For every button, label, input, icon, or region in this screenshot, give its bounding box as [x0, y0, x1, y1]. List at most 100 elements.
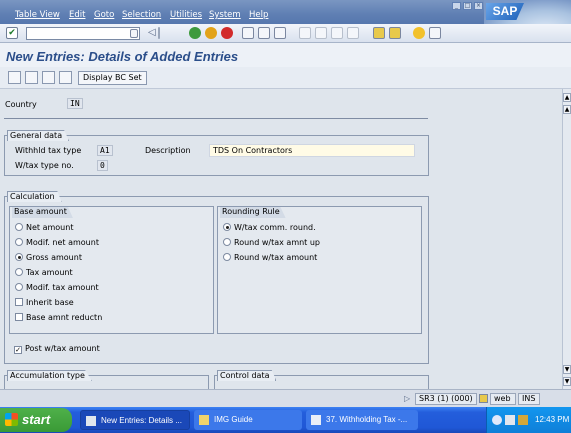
radio-gross-amount[interactable]: Gross amount — [15, 252, 82, 263]
first-page-icon[interactable] — [299, 27, 311, 39]
taskbar: start New Entries: Details ... IMG Guide… — [0, 407, 571, 433]
tray-network-icon[interactable] — [505, 415, 515, 425]
print-icon[interactable] — [242, 27, 254, 39]
find-next-icon[interactable] — [274, 27, 286, 39]
copy-as-icon[interactable] — [42, 71, 55, 84]
shortcut-icon[interactable] — [389, 27, 401, 39]
back-icon[interactable] — [189, 27, 201, 39]
radio-modif-net-amount[interactable]: Modif. net amount — [15, 237, 99, 248]
vertical-scrollbar[interactable]: ▲ ▲ ▼ ▼ — [562, 89, 571, 389]
minimize-icon[interactable]: _ — [452, 2, 461, 10]
wtax-type-no-label: W/tax type no. — [15, 161, 74, 170]
page-title: New Entries: Details of Added Entries — [6, 49, 239, 64]
delete-icon[interactable] — [59, 71, 72, 84]
new-entries-icon[interactable] — [25, 71, 38, 84]
task-withholding-tax[interactable]: 37. Withholding Tax -... — [306, 410, 418, 430]
radio-button[interactable] — [15, 268, 23, 276]
radio-button[interactable] — [15, 283, 23, 291]
folder-icon — [199, 415, 209, 425]
cancel-icon[interactable] — [221, 27, 233, 39]
radio-button-selected[interactable] — [15, 253, 23, 261]
radio-modif-tax-amount[interactable]: Modif. tax amount — [15, 282, 99, 293]
menu-system[interactable]: System — [209, 10, 241, 20]
last-page-icon[interactable] — [347, 27, 359, 39]
radio-round-wtax-amnt-up[interactable]: Round w/tax amnt up — [223, 237, 320, 248]
enter-icon[interactable]: ✔ — [6, 27, 18, 39]
checkbox-post-wtax-amount[interactable]: ✓ Post w/tax amount — [14, 343, 100, 354]
wtax-type-no-value: 0 — [97, 160, 108, 171]
radio-button[interactable] — [223, 253, 231, 261]
start-label: start — [22, 412, 51, 427]
checkbox-inherit-base[interactable]: Inherit base — [15, 297, 74, 308]
general-data-group: General data Withhld tax type A1 Descrip… — [4, 130, 429, 176]
checkbox[interactable] — [15, 298, 23, 306]
description-field[interactable]: TDS On Contractors — [209, 144, 415, 157]
menu-help[interactable]: Help — [249, 10, 268, 20]
calculation-group: Calculation Base amount Net amount Modif… — [4, 191, 429, 364]
main-area: Country IN General data Withhld tax type… — [0, 89, 562, 395]
radio-label: Modif. net amount — [26, 238, 99, 247]
status-system: SR3 (1) (000) — [415, 393, 477, 405]
system-toolbar: ✔ ◁ — [0, 24, 571, 43]
exit-icon[interactable] — [205, 27, 217, 39]
scroll-up-icon[interactable]: ▲ — [563, 93, 571, 102]
clock: 12:43 PM — [535, 415, 570, 424]
command-field[interactable] — [26, 27, 140, 40]
task-img-guide[interactable]: IMG Guide — [194, 410, 302, 430]
display-bc-set-button[interactable]: Display BC Set — [78, 71, 147, 85]
withhld-tax-type-value: A1 — [97, 145, 113, 156]
title-bar: New Entries: Details of Added Entries — [0, 43, 571, 67]
help-icon[interactable] — [413, 27, 425, 39]
find-icon[interactable] — [258, 27, 270, 39]
checkbox-base-amnt-reductn[interactable]: Base amnt reductn — [15, 312, 102, 323]
menu-utilities[interactable]: Utilities — [170, 10, 202, 20]
radio-button[interactable] — [15, 238, 23, 246]
status-expand-icon[interactable]: ▷ — [404, 394, 410, 403]
radio-net-amount[interactable]: Net amount — [15, 222, 73, 233]
scroll-page-down-icon[interactable]: ▼ — [563, 365, 571, 374]
scroll-page-up-icon[interactable]: ▲ — [563, 105, 571, 114]
menu-table-view[interactable]: Table View — [15, 10, 60, 20]
general-data-title: General data — [7, 130, 70, 141]
status-bar: ▷ SR3 (1) (000) web INS — [0, 389, 571, 407]
display-change-icon[interactable] — [8, 71, 21, 84]
start-button[interactable]: start — [0, 408, 72, 432]
base-amount-group: Base amount Net amount Modif. net amount… — [9, 206, 214, 334]
tray-speaker-icon[interactable] — [518, 415, 528, 425]
menu-selection[interactable]: Selection — [122, 10, 161, 20]
radio-label: Round w/tax amount — [234, 253, 318, 262]
maximize-icon[interactable]: □ — [463, 2, 472, 10]
radio-label: Gross amount — [26, 253, 82, 262]
next-page-icon[interactable] — [331, 27, 343, 39]
radio-wtax-comm-round[interactable]: W/tax comm. round. — [223, 222, 316, 233]
radio-tax-amount[interactable]: Tax amount — [15, 267, 73, 278]
base-amount-title: Base amount — [12, 207, 73, 218]
menu-goto[interactable]: Goto — [94, 10, 114, 20]
control-data-title: Control data — [217, 370, 277, 381]
radio-button[interactable] — [15, 223, 23, 231]
calculation-title: Calculation — [7, 191, 62, 202]
checkbox-label: Inherit base — [26, 298, 74, 307]
task-label: New Entries: Details ... — [101, 416, 182, 425]
tray-arrow-icon[interactable] — [492, 415, 502, 425]
status-server-icon — [479, 394, 488, 403]
radio-label: Tax amount — [26, 268, 73, 277]
checkbox-label: Post w/tax amount — [25, 344, 100, 353]
close-icon[interactable]: × — [474, 2, 483, 10]
radio-label: Round w/tax amnt up — [234, 238, 321, 247]
radio-button-selected[interactable] — [223, 223, 231, 231]
radio-round-wtax-amount[interactable]: Round w/tax amount — [223, 252, 317, 263]
previous-page-icon[interactable] — [315, 27, 327, 39]
save-icon[interactable] — [130, 29, 138, 38]
checkbox[interactable] — [15, 313, 23, 321]
layout-menu-icon[interactable] — [429, 27, 441, 39]
create-session-icon[interactable] — [373, 27, 385, 39]
radio-label: Net amount — [26, 223, 74, 232]
radio-button[interactable] — [223, 238, 231, 246]
menu-edit[interactable]: Edit — [69, 10, 85, 20]
separator — [158, 27, 160, 39]
checkbox-checked[interactable]: ✓ — [14, 346, 22, 354]
windows-flag-icon — [5, 413, 18, 426]
scroll-down-icon[interactable]: ▼ — [563, 377, 571, 386]
task-new-entries[interactable]: New Entries: Details ... — [80, 410, 190, 430]
